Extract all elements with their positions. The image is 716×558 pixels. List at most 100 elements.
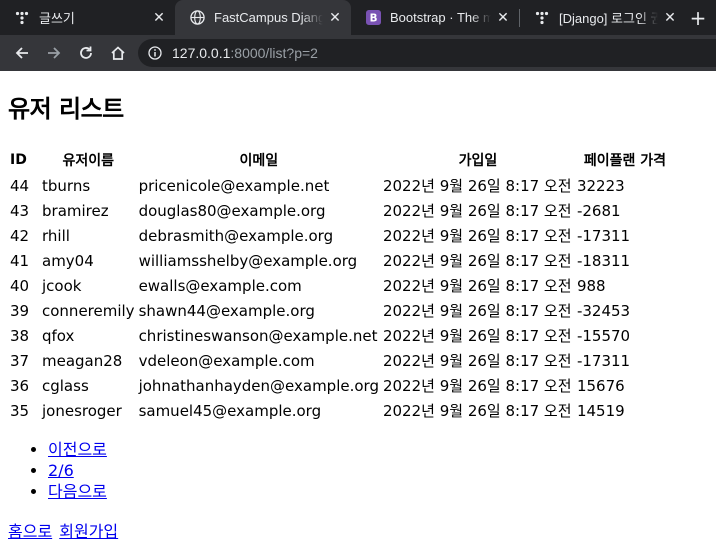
cell-joined: 2022년 9월 26일 8:17 오전 [382,402,572,420]
tab-title: FastCampus Django [214,10,323,25]
cell-id: 40 [10,276,30,295]
cell-joined: 2022년 9월 26일 8:17 오전 [382,177,572,195]
cell-id: 44 [10,176,30,195]
cell-payplan-price: 32223 [576,176,625,195]
cell-email: pricenicole@example.net [138,176,330,195]
arrow-right-icon [48,47,61,59]
cell-username: cglass [42,376,89,395]
browser-tab-strip: 글쓰기 ✕ FastCampus Django ✕ B Bootstrap · … [0,0,716,35]
cell-username: amy04 [42,251,94,270]
tistory-icon [534,10,550,26]
cell-payplan-price: -32453 [576,301,631,320]
column-header-username: 유저이름 [62,153,115,169]
cell-email: vdeleon@example.com [138,351,315,370]
signup-link[interactable]: 회원가입 [59,522,118,541]
forward-button[interactable] [40,39,68,67]
cell-joined: 2022년 9월 26일 8:17 오전 [382,202,572,220]
cell-joined: 2022년 9월 26일 8:17 오전 [382,327,572,345]
new-tab-button[interactable]: + [686,0,710,35]
reload-icon [80,46,92,59]
cell-id: 38 [10,326,30,345]
page-content: 유저 리스트 ID 유저이름 이메일 가입일 페이플랜 가격 44 tburns p… [0,89,716,542]
tab-fastcampus-django[interactable]: FastCampus Django ✕ [175,0,351,35]
footer-links: 홈으로 회원가입 [8,518,708,542]
cell-email: christineswanson@example.net [138,326,378,345]
close-icon[interactable]: ✕ [495,10,511,26]
column-header-id: ID [10,152,27,168]
cell-username: jonesroger [42,401,122,420]
cell-payplan-price: 15676 [576,376,625,395]
tab-title: Bootstrap · The mo [390,10,491,25]
current-page-link[interactable]: 2/6 [48,461,74,480]
prev-page-link[interactable]: 이전으로 [48,440,107,459]
cell-payplan-price: -17311 [576,351,631,370]
close-icon[interactable]: ✕ [151,10,167,26]
close-icon[interactable]: ✕ [327,10,343,26]
cell-email: debrasmith@example.org [138,226,334,245]
tab-title: [Django] 로그인 권 [559,11,658,26]
tab-django-login[interactable]: [Django] 로그인 권 ✕ [520,0,686,35]
browser-toolbar: 127.0.0.1:8000/list?p=2 [0,35,716,71]
cell-joined: 2022년 9월 26일 8:17 오전 [382,377,572,395]
cell-payplan-price: -15570 [576,326,631,345]
tab-bootstrap[interactable]: B Bootstrap · The mo ✕ [351,0,519,35]
table-row: 44 tburns pricenicole@example.net 2022년 9월 … [8,173,675,198]
home-button[interactable] [104,39,132,67]
reload-button[interactable] [72,39,100,67]
table-row: 35 jonesroger samuel45@example.org 2022년 9월… [8,398,675,423]
next-page-link[interactable]: 다음으로 [48,482,107,501]
cell-email: shawn44@example.org [138,301,315,320]
cell-id: 37 [10,351,30,370]
page-title: 유저 리스트 [8,95,124,123]
tab-write[interactable]: 글쓰기 ✕ [0,0,175,35]
bootstrap-icon: B [365,10,381,26]
cell-username: qfox [42,326,75,345]
user-table: ID 유저이름 이메일 가입일 페이플랜 가격 44 tburns pricenic… [8,148,675,423]
table-row: 43 bramirez douglas80@example.org 2022년 9월 … [8,198,675,223]
cell-username: meagan28 [42,351,123,370]
table-row: 41 amy04 williamsshelby@example.org 2022년 9… [8,248,675,273]
cell-joined: 2022년 9월 26일 8:17 오전 [382,302,572,320]
tistory-icon [14,10,30,26]
cell-payplan-price: 14519 [576,401,625,420]
pagination: 이전으로 2/6 다음으로 [8,439,708,502]
cell-email: williamsshelby@example.org [138,251,358,270]
cell-username: bramirez [42,201,109,220]
cell-joined: 2022년 9월 26일 8:17 오전 [382,277,572,295]
column-header-joined: 가입일 [458,153,498,169]
address-bar[interactable]: 127.0.0.1:8000/list?p=2 [138,39,716,67]
globe-icon [189,10,205,26]
cell-username: rhill [42,226,70,245]
cell-payplan-price: 988 [576,276,606,295]
cell-joined: 2022년 9월 26일 8:17 오전 [382,252,572,270]
cell-username: conneremily [42,301,135,320]
table-row: 39 conneremily shawn44@example.org 2022년 9월… [8,298,675,323]
cell-username: jcook [42,276,82,295]
home-icon [111,46,125,60]
table-row: 42 rhill debrasmith@example.org 2022년 9월 26… [8,223,675,248]
cell-email: ewalls@example.com [138,276,302,295]
cell-payplan-price: -18311 [576,251,631,270]
cell-payplan-price: -17311 [576,226,631,245]
cell-id: 39 [10,301,30,320]
cell-joined: 2022년 9월 26일 8:17 오전 [382,352,572,370]
cell-email: johnathanhayden@example.org [138,376,379,395]
table-row: 36 cglass johnathanhayden@example.org 2022년… [8,373,675,398]
column-header-email: 이메일 [239,153,279,169]
table-header-row: ID 유저이름 이메일 가입일 페이플랜 가격 [8,148,675,173]
back-button[interactable] [8,39,36,67]
url-host: 127.0.0.1 [172,45,231,61]
column-header-payplan-price: 페이플랜 가격 [583,153,667,169]
list-item: 2/6 [48,460,708,481]
cell-username: tburns [42,176,91,195]
url-path: :8000/list?p=2 [230,45,318,61]
cell-id: 41 [10,251,30,270]
list-item: 이전으로 [48,439,708,460]
cell-id: 35 [10,401,30,420]
table-row: 38 qfox christineswanson@example.net 2022년 … [8,323,675,348]
svg-text:B: B [369,12,377,24]
cell-id: 42 [10,226,30,245]
home-link[interactable]: 홈으로 [8,522,52,541]
close-icon[interactable]: ✕ [662,10,678,26]
info-icon [148,46,162,60]
